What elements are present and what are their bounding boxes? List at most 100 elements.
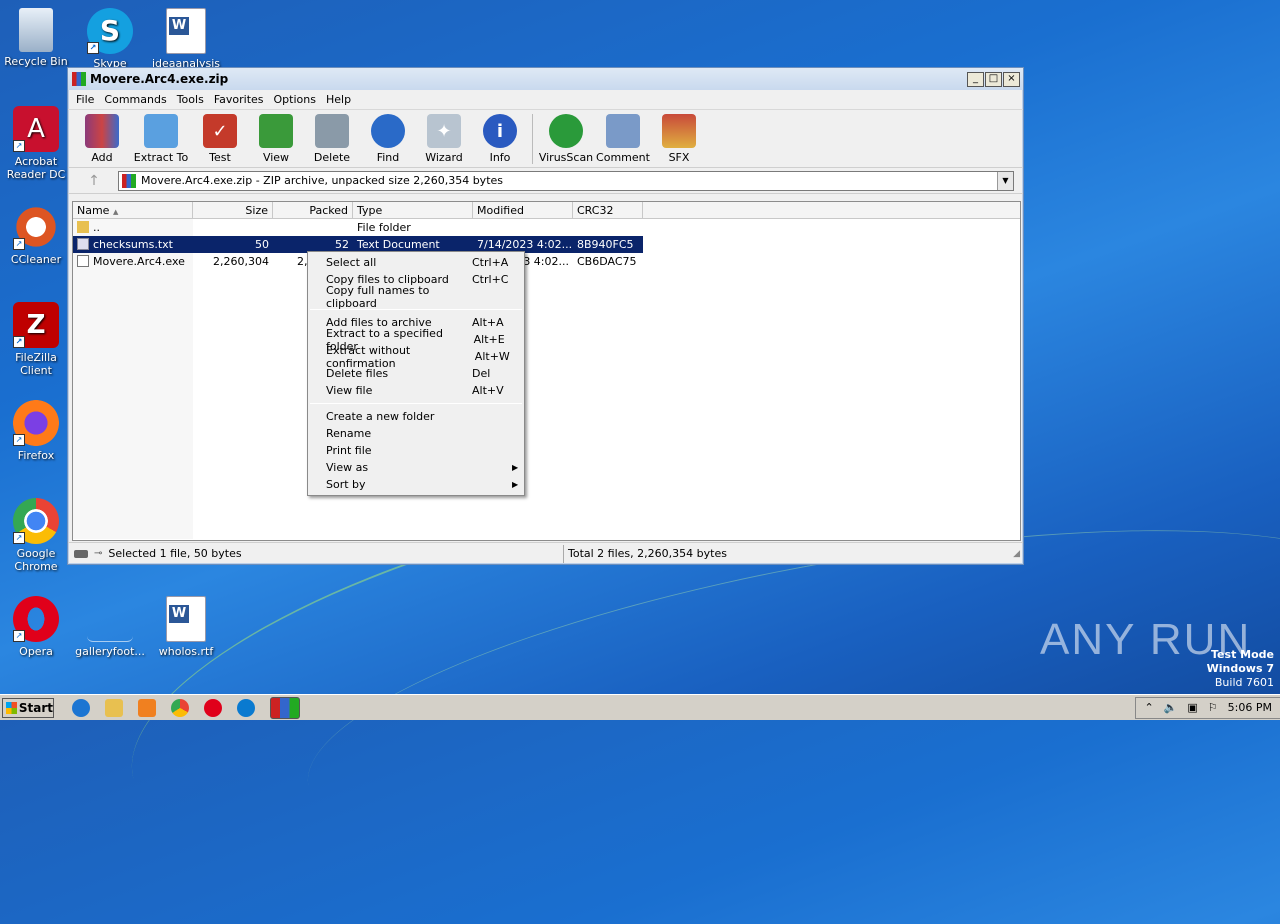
ie-icon[interactable]: [72, 698, 90, 717]
skype-icon: S ↗: [87, 8, 133, 54]
desktop-icon-wholos[interactable]: W wholos.rtf: [148, 596, 224, 658]
explorer-folder-icon[interactable]: [105, 698, 123, 717]
column-header-packed[interactable]: Packed: [273, 202, 353, 218]
extract-to-button[interactable]: Extract To: [130, 114, 192, 164]
start-button[interactable]: Start: [2, 697, 54, 718]
desktop-icon-opera[interactable]: ↗ Opera: [0, 596, 74, 658]
folder-icon: [77, 221, 89, 233]
trash-icon: [315, 114, 349, 148]
file-name: checksums.txt: [93, 238, 173, 251]
add-button[interactable]: Add: [74, 114, 130, 164]
menu-item-new-folder[interactable]: Create a new folder: [308, 408, 524, 425]
desktop-icon-label: Google Chrome: [14, 547, 58, 573]
toolbar-label: Add: [91, 151, 113, 164]
toolbar-label: VirusScan: [538, 151, 594, 164]
clock[interactable]: 5:06 PM: [1228, 701, 1272, 714]
test-mode-line: Windows 7: [1206, 662, 1274, 675]
menu-commands[interactable]: Commands: [99, 93, 171, 106]
up-arrow-icon[interactable]: ↑: [76, 173, 112, 189]
menu-item-view-file[interactable]: View file Alt+V: [308, 382, 524, 399]
find-button[interactable]: Find: [360, 114, 416, 164]
maximize-button[interactable]: □: [985, 71, 1002, 87]
column-header-size[interactable]: Size: [193, 202, 273, 218]
file-crc: 8B940FC5: [577, 238, 634, 251]
menu-item-print-file[interactable]: Print file: [308, 442, 524, 459]
menu-file[interactable]: File: [71, 93, 99, 106]
desktop-icon-firefox[interactable]: ↗ Firefox: [0, 400, 74, 462]
extract-folder-icon: [144, 114, 178, 148]
opera-icon[interactable]: [204, 698, 222, 717]
file-list: Name ▲ Size Packed Type Modified CRC32 .…: [72, 201, 1021, 541]
virusscan-button[interactable]: VirusScan: [537, 114, 595, 164]
file-packed: 52: [335, 238, 349, 251]
toolbar-label: Wizard: [425, 151, 463, 164]
chevron-down-icon[interactable]: ▼: [997, 171, 1013, 190]
word-doc-icon: W: [166, 8, 206, 54]
ccleaner-icon: ↗: [13, 204, 59, 250]
toolbar-label: Delete: [313, 151, 351, 164]
file-modified: 7/14/2023 4:02...: [477, 238, 573, 251]
blank-file-icon: [87, 596, 133, 642]
title-bar[interactable]: Movere.Arc4.exe.zip _ □ ×: [68, 68, 1023, 90]
context-menu: Select all Ctrl+A Copy files to clipboard…: [307, 251, 525, 496]
network-icon[interactable]: ▣: [1187, 701, 1197, 714]
desktop-icon-label: Acrobat Reader DC: [6, 155, 66, 181]
desktop-icon-chrome[interactable]: ↗ Google Chrome: [0, 498, 74, 573]
status-bar: ⊸ Selected 1 file, 50 bytes Total 2 file…: [68, 542, 1023, 564]
table-row[interactable]: .. File folder: [73, 219, 1020, 236]
media-player-icon[interactable]: [138, 698, 156, 717]
desktop-icon-skype[interactable]: S ↗ Skype: [72, 8, 148, 70]
menu-item-rename[interactable]: Rename: [308, 425, 524, 442]
menu-tools[interactable]: Tools: [172, 93, 209, 106]
submenu-arrow-icon: ▶: [512, 463, 519, 472]
key-icon: ⊸: [94, 548, 103, 559]
sfx-box-icon: [662, 114, 696, 148]
column-header-name[interactable]: Name ▲: [73, 202, 193, 218]
desktop-icon-filezilla[interactable]: Z ↗ FileZilla Client: [0, 302, 74, 377]
submenu-arrow-icon: ▶: [512, 480, 519, 489]
chrome-icon[interactable]: [171, 698, 189, 717]
delete-button[interactable]: Delete: [304, 114, 360, 164]
column-headers: Name ▲ Size Packed Type Modified CRC32: [73, 202, 1020, 219]
column-header-modified[interactable]: Modified: [473, 202, 573, 218]
view-button[interactable]: View: [248, 114, 304, 164]
test-button[interactable]: ✓ Test: [192, 114, 248, 164]
address-field[interactable]: Movere.Arc4.exe.zip - ZIP archive, unpac…: [118, 170, 1014, 191]
desktop-icon-label: wholos.rtf: [158, 645, 214, 658]
menu-item-extract-no-confirm[interactable]: Extract without confirmation Alt+W: [308, 344, 524, 370]
comment-button[interactable]: Comment: [595, 114, 651, 164]
volume-icon[interactable]: 🔈: [1164, 701, 1178, 714]
sfx-button[interactable]: SFX: [651, 114, 707, 164]
flag-icon[interactable]: ⚐: [1208, 701, 1218, 714]
minimize-button[interactable]: _: [967, 71, 984, 87]
menu-item-select-all[interactable]: Select all Ctrl+A: [308, 254, 524, 271]
column-header-type[interactable]: Type: [353, 202, 473, 218]
word-doc-icon: W: [166, 596, 206, 642]
desktop-icon-ideaanalysis[interactable]: W ideaanalysis: [148, 8, 224, 70]
winrar-window: Movere.Arc4.exe.zip _ □ × File Commands …: [67, 67, 1024, 565]
table-row[interactable]: Movere.Arc4.exe 2,260,304 2, 3 4:02... C…: [73, 253, 1020, 270]
close-button[interactable]: ×: [1003, 71, 1020, 87]
winrar-app-icon: [72, 72, 86, 86]
add-icon: [85, 114, 119, 148]
info-button[interactable]: i Info: [472, 114, 528, 164]
column-header-crc32[interactable]: CRC32: [573, 202, 643, 218]
menu-item-copy-full-names[interactable]: Copy full names to clipboard: [308, 284, 524, 310]
menu-item-sort-by[interactable]: Sort by ▶: [308, 476, 524, 493]
resize-grip-icon[interactable]: ◢: [1013, 549, 1020, 559]
winrar-taskbar-icon[interactable]: [270, 696, 300, 719]
desktop-icon-recycle-bin[interactable]: Recycle Bin: [0, 8, 74, 68]
menu-options[interactable]: Options: [269, 93, 321, 106]
menu-item-view-as[interactable]: View as ▶: [308, 459, 524, 476]
edge-icon[interactable]: [237, 698, 255, 717]
desktop-icon-galleryfoot[interactable]: galleryfoot...: [72, 596, 148, 658]
menu-help[interactable]: Help: [321, 93, 356, 106]
toolbar-label: Comment: [596, 151, 650, 164]
menu-favorites[interactable]: Favorites: [209, 93, 269, 106]
desktop-icon-acrobat[interactable]: A ↗ Acrobat Reader DC: [0, 106, 74, 181]
tray-expand-icon[interactable]: ⌃: [1144, 701, 1153, 714]
wizard-button[interactable]: ✦ Wizard: [416, 114, 472, 164]
file-type: File folder: [357, 221, 411, 234]
desktop-icon-ccleaner[interactable]: ↗ CCleaner: [0, 204, 74, 266]
toolbar-label: Find: [376, 151, 400, 164]
